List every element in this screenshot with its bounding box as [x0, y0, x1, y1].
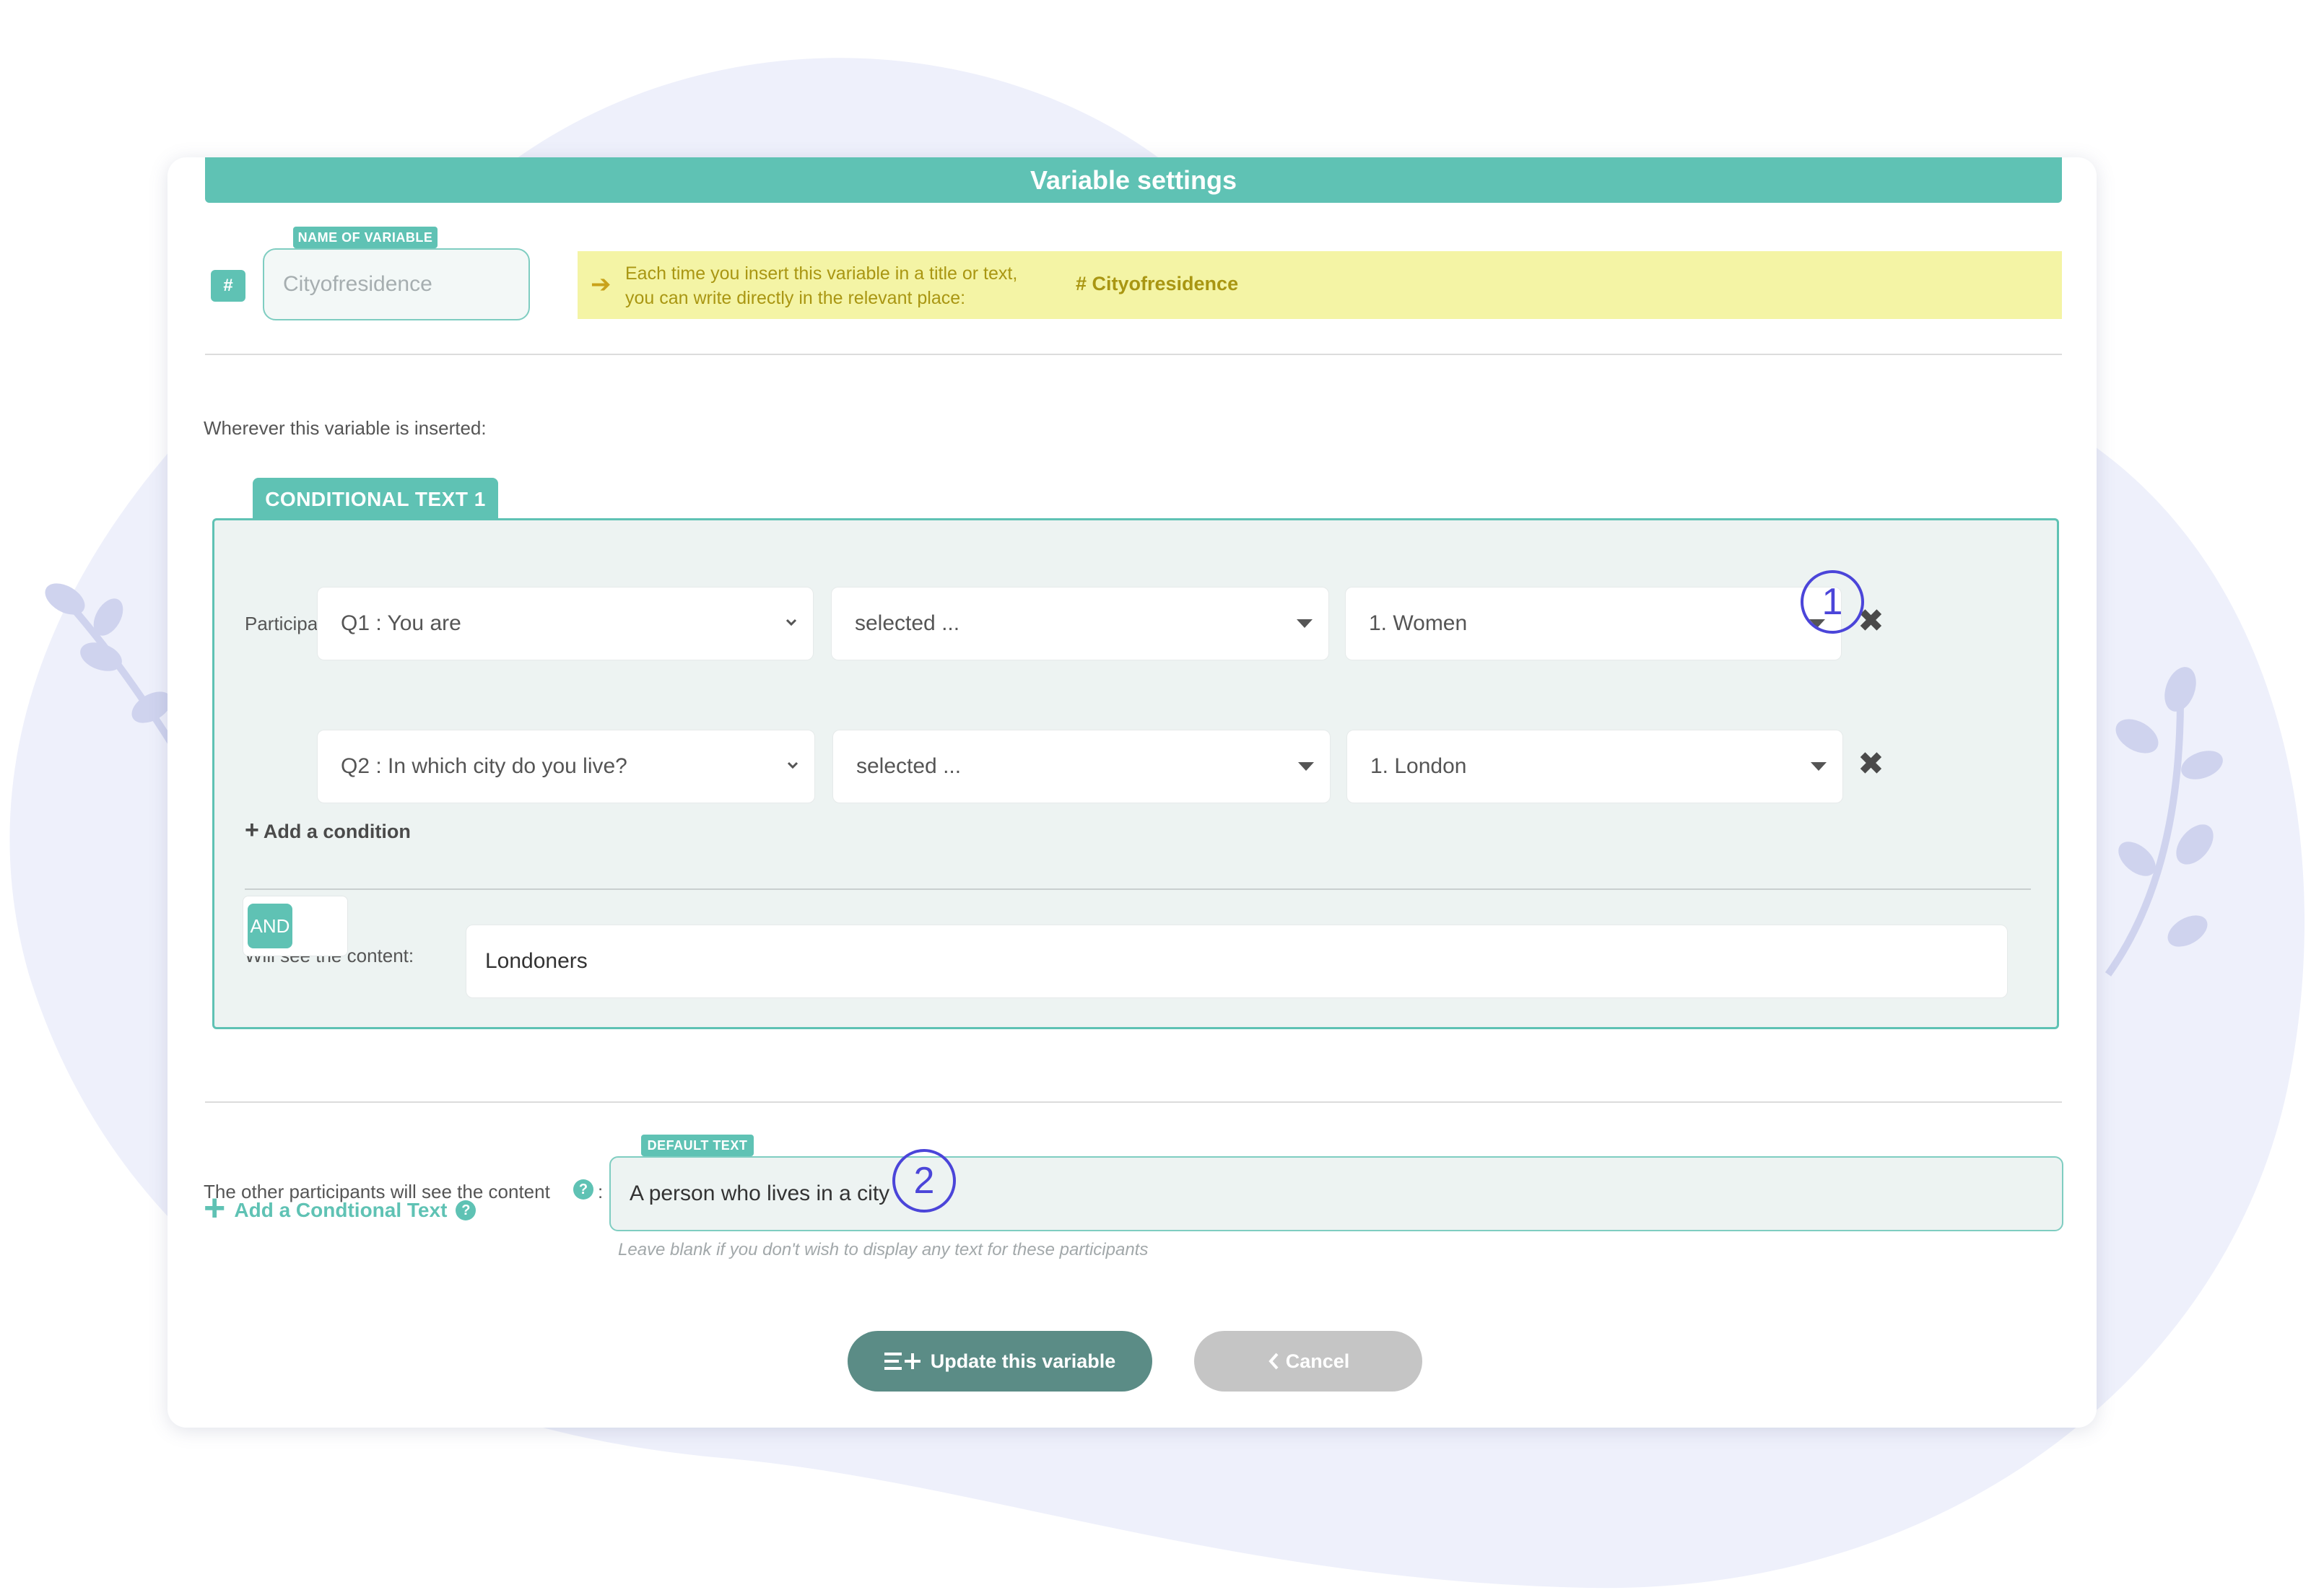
leaf-decoration-left: [45, 583, 184, 760]
caret-down-icon: [1298, 762, 1314, 771]
caret-down-icon: [1811, 762, 1827, 771]
operator-select-2[interactable]: selected ...: [832, 730, 1331, 803]
operator-select-1-value: selected ...: [855, 611, 960, 635]
arrow-right-icon: ➔: [591, 271, 612, 298]
and-badge: AND: [248, 904, 292, 948]
question-select-1[interactable]: Q1 : You are: [317, 587, 814, 660]
answer-select-1-value: 1. Women: [1369, 611, 1468, 635]
divider: [205, 1101, 2062, 1103]
name-of-variable-tag: NAME OF VARIABLE: [293, 227, 438, 248]
question-select-2[interactable]: Q2 : In which city do you live?: [317, 730, 815, 803]
annotation-marker-1: 1: [1801, 570, 1864, 634]
update-variable-label: Update this variable: [930, 1350, 1116, 1372]
cancel-button[interactable]: Cancel: [1194, 1331, 1422, 1392]
chevron-down-icon: [787, 761, 798, 769]
variable-settings-dialog: Variable settings NAME OF VARIABLE # Cit…: [167, 157, 2097, 1428]
list-add-icon: [884, 1353, 921, 1370]
caret-down-icon: [1297, 619, 1313, 628]
operator-select-1[interactable]: selected ...: [831, 587, 1329, 660]
info-line-1: Each time you insert this variable in a …: [625, 263, 1018, 284]
add-condition-button[interactable]: + Add a condition: [245, 816, 411, 844]
chevron-left-icon: [1268, 1353, 1279, 1370]
variable-name-value: Cityofresidence: [283, 272, 432, 296]
variable-name-input[interactable]: Cityofresidence: [263, 248, 530, 320]
divider: [245, 888, 2031, 890]
other-participants-label: The other participants will see the cont…: [204, 1181, 550, 1202]
wherever-label: Wherever this variable is inserted:: [204, 417, 487, 439]
plus-icon: +: [245, 816, 259, 844]
conditional-content-value: Londoners: [485, 949, 588, 973]
cancel-label: Cancel: [1285, 1350, 1350, 1372]
info-line-2: you can write directly in the relevant p…: [625, 288, 966, 308]
help-icon[interactable]: ?: [573, 1179, 593, 1200]
question-select-1-value: Q1 : You are: [341, 611, 461, 635]
update-variable-button[interactable]: Update this variable: [848, 1331, 1152, 1392]
chevron-down-icon: [785, 619, 797, 626]
add-condition-label: Add a condition: [263, 821, 411, 842]
leaf-decoration-right: [2105, 667, 2223, 977]
divider: [205, 354, 2062, 355]
answer-select-1[interactable]: 1. Women: [1345, 587, 1842, 660]
info-banner: ➔ Each time you insert this variable in …: [578, 251, 2062, 319]
default-text-hint: Leave blank if you don't wish to display…: [618, 1240, 1149, 1259]
default-text-tag: DEFAULT TEXT: [641, 1135, 754, 1156]
hash-icon: #: [211, 270, 245, 302]
and-connector[interactable]: AND: [243, 896, 348, 956]
default-text-value: A person who lives in a city: [630, 1181, 890, 1205]
dialog-title: Variable settings: [205, 157, 2062, 203]
tab-conditional-text-1[interactable]: CONDITIONAL TEXT 1: [253, 478, 498, 521]
question-select-2-value: Q2 : In which city do you live?: [341, 754, 627, 778]
conditional-content-input[interactable]: Londoners: [466, 925, 2008, 998]
close-icon[interactable]: ✖: [1858, 748, 1884, 780]
conditional-text-panel: Participants who in Q1 : You are selecte…: [212, 518, 2059, 1029]
default-colon: :: [598, 1181, 604, 1202]
default-text-input[interactable]: A person who lives in a city: [609, 1156, 2063, 1231]
operator-select-2-value: selected ...: [856, 754, 962, 778]
annotation-marker-2: 2: [892, 1149, 956, 1213]
info-variable-name: # Cityofresidence: [1076, 273, 1239, 294]
info-text: Each time you insert this variable in a …: [625, 261, 1017, 310]
answer-select-2-value: 1. London: [1370, 754, 1467, 778]
help-icon[interactable]: ?: [456, 1200, 476, 1220]
answer-select-2[interactable]: 1. London: [1346, 730, 1843, 803]
